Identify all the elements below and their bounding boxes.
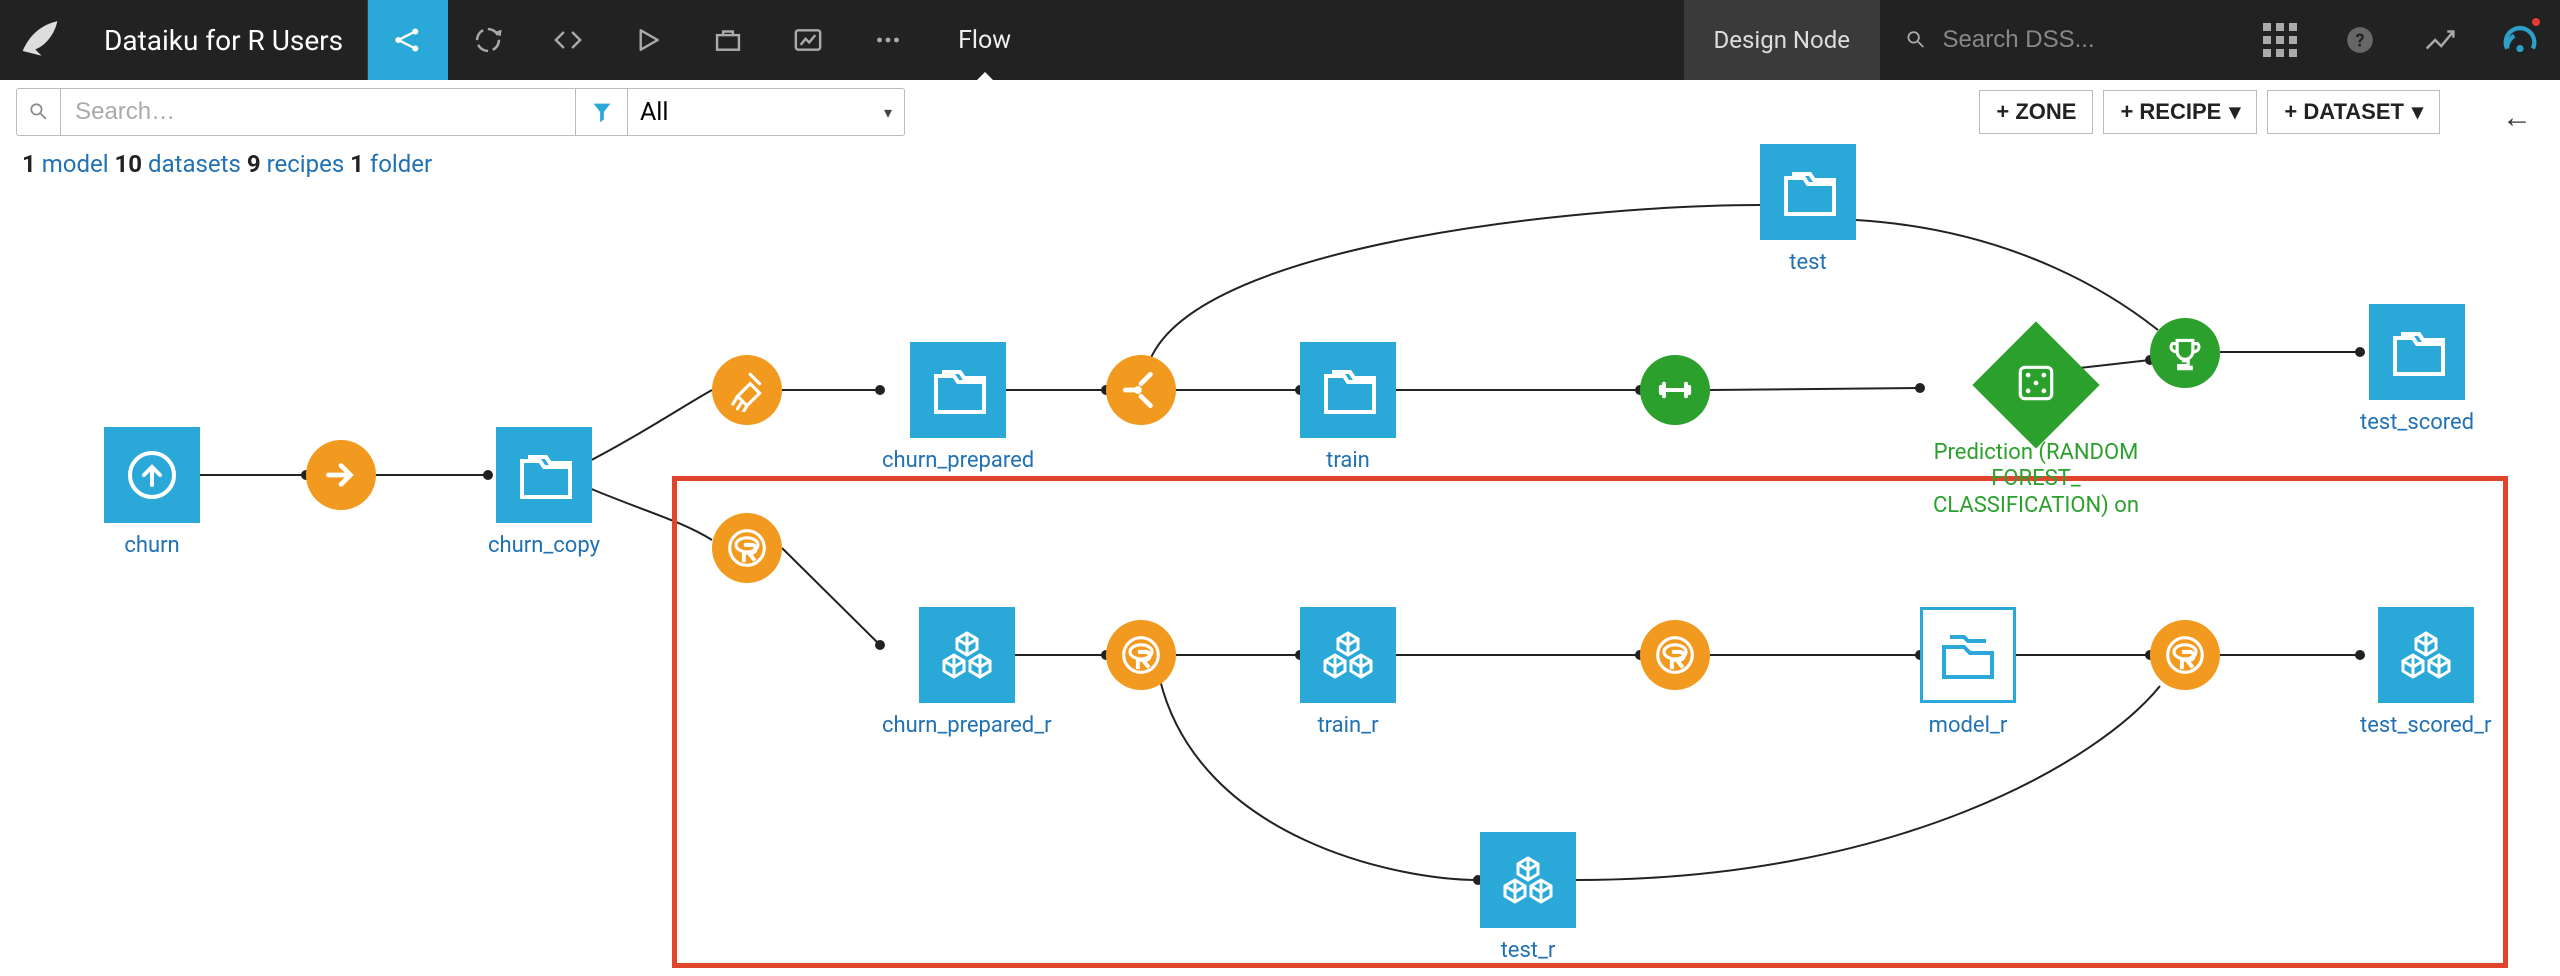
dataset-churn-prepared[interactable]: churn_prepared — [882, 342, 1034, 473]
add-zone-button[interactable]: + ZONE — [1979, 90, 2093, 134]
search-icon — [1904, 26, 1929, 54]
dataiku-logo[interactable] — [0, 0, 80, 80]
search-icon — [17, 89, 61, 135]
flow-icon[interactable] — [368, 0, 448, 80]
project-name[interactable]: Dataiku for R Users — [80, 0, 368, 80]
recipe-prepare[interactable] — [712, 355, 782, 425]
play-icon[interactable] — [608, 0, 688, 80]
flow-search[interactable] — [16, 88, 576, 136]
add-recipe-button[interactable]: + RECIPE ▾ — [2103, 90, 2257, 134]
code-icon[interactable] — [528, 0, 608, 80]
filter-value: All — [628, 98, 884, 127]
recipe-r-prepare[interactable] — [712, 513, 782, 583]
global-search[interactable] — [1880, 0, 2240, 80]
dataset-churn-prepared-r[interactable]: churn_prepared_r — [882, 607, 1052, 738]
recipe-sync[interactable] — [306, 440, 376, 510]
admin-gauge-icon[interactable] — [2480, 0, 2560, 80]
dataset-train[interactable]: train — [1300, 342, 1396, 473]
jobs-icon[interactable] — [448, 0, 528, 80]
flow-filter[interactable]: All ▾ — [575, 88, 905, 136]
recipe-r-train[interactable] — [1640, 620, 1710, 690]
datasets-link[interactable]: datasets — [148, 150, 241, 178]
design-node-label: Design Node — [1684, 0, 1880, 80]
dataset-test-scored[interactable]: test_scored — [2360, 304, 2474, 435]
folders-link[interactable]: folder — [370, 150, 432, 178]
dataset-test-r[interactable]: test_r — [1480, 832, 1576, 963]
flow-counts: 1 model 10 datasets 9 recipes 1 folder — [0, 136, 2560, 178]
dataset-churn-copy[interactable]: churn_copy — [488, 427, 600, 558]
recipe-train-ml[interactable] — [1640, 355, 1710, 425]
dashboard-icon[interactable] — [768, 0, 848, 80]
collapse-right-icon[interactable]: ← — [2502, 100, 2532, 135]
add-dataset-button[interactable]: + DATASET ▾ — [2267, 90, 2440, 134]
caret-down-icon: ▾ — [2229, 99, 2240, 125]
models-link[interactable]: model — [42, 150, 109, 178]
folder-model-r[interactable]: model_r — [1920, 607, 2016, 738]
dataset-test[interactable]: test — [1760, 144, 1856, 275]
dataset-churn[interactable]: churn — [104, 427, 200, 558]
global-search-input[interactable] — [1943, 26, 2216, 54]
dataset-test-scored-r[interactable]: test_scored_r — [2360, 607, 2491, 738]
caret-down-icon: ▾ — [2412, 99, 2423, 125]
dataset-train-r[interactable]: train_r — [1300, 607, 1396, 738]
funnel-icon — [576, 89, 628, 135]
help-icon[interactable] — [2320, 0, 2400, 80]
flow-search-input[interactable] — [61, 89, 575, 135]
briefcase-icon[interactable] — [688, 0, 768, 80]
recipe-r-score[interactable] — [2150, 620, 2220, 690]
recipe-r-split[interactable] — [1106, 620, 1176, 690]
more-icon[interactable] — [848, 0, 928, 80]
recipe-split[interactable] — [1106, 355, 1176, 425]
recipe-score[interactable] — [2150, 318, 2220, 388]
page-title: Flow — [928, 0, 1041, 80]
caret-down-icon: ▾ — [884, 103, 892, 122]
model-prediction[interactable]: Prediction (RANDOM FOREST_ CLASSIFICATIO… — [1926, 340, 2146, 519]
recipes-link[interactable]: recipes — [267, 150, 345, 178]
apps-icon[interactable] — [2240, 0, 2320, 80]
activity-icon[interactable] — [2400, 0, 2480, 80]
